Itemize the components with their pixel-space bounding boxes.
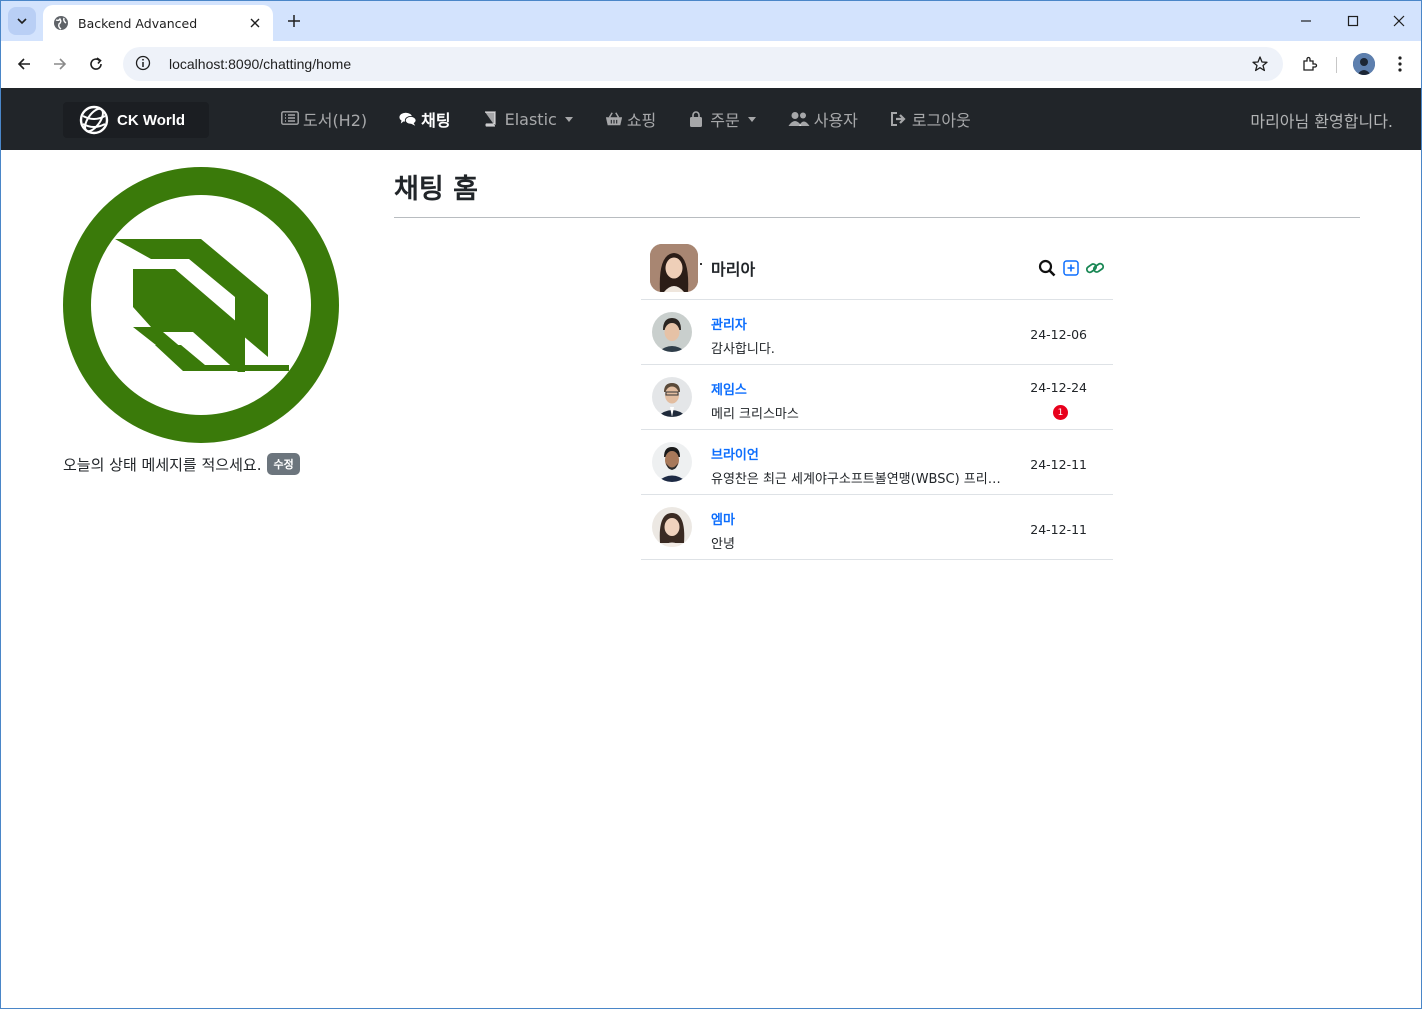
nav-item-order[interactable]: 주문 [688,107,756,131]
forward-button[interactable] [48,52,72,76]
plus-icon [288,15,300,27]
site-info-icon[interactable] [135,55,153,73]
kebab-menu-icon [1398,56,1402,72]
puzzle-icon [1303,56,1318,71]
page-title: 채팅 홈 [394,174,478,205]
add-chat-icon[interactable] [1061,258,1081,278]
maximize-window-button[interactable] [1341,9,1365,33]
chat-row-admin[interactable]: 관리자 감사합니다. 24-12-06 [641,300,1113,365]
title-divider [394,217,1360,218]
tab-search-button[interactable] [8,7,36,35]
minimize-icon [1301,20,1311,22]
sign-out-icon [890,111,908,127]
nav-label: 도서(H2) [303,111,368,130]
arrow-left-icon [17,58,30,70]
brand-text: CK World [117,111,186,129]
nav-label: 로그아웃 [911,111,971,130]
lock-bag-icon [688,111,706,127]
status-message-row: 오늘의 상태 메세지를 적으세요. 수정 [63,453,300,475]
bookmark-star-icon[interactable] [1251,55,1269,73]
back-button[interactable] [12,52,36,76]
main-nav: 도서(H2) 채팅 Elastic 쇼핑 주문 사용자 로그아웃 [281,88,1003,150]
chat-name[interactable]: 브라이언 [711,444,759,463]
chat-last-message: 감사합니다. [711,342,775,357]
maximize-icon [1347,15,1359,27]
caret-down-icon [747,116,756,122]
edit-status-button[interactable]: 수정 [267,453,300,475]
nav-item-users[interactable]: 사용자 [788,107,858,131]
comments-icon [399,111,417,127]
browser-toolbar: localhost:8090/chatting/home [1,41,1421,87]
nav-label: 채팅 [421,111,451,130]
basket-icon [605,111,623,127]
list-icon [281,111,299,127]
nav-item-logout[interactable]: 로그아웃 [890,107,971,131]
my-name: 마리아 [711,260,756,279]
globe-favicon-icon [53,15,69,31]
nav-item-elastic[interactable]: Elastic [483,110,573,129]
chat-row-brian[interactable]: 브라이언 유영찬은 최근 세계야구소프트볼연맹(WBSC) 프리미어12 대회 … [641,430,1113,495]
browser-tab-active[interactable]: Backend Advanced [43,5,273,41]
chat-tools [1033,258,1105,278]
chat-date: 24-12-11 [1030,522,1087,537]
chat-last-message: 유영찬은 최근 세계야구소프트볼연맹(WBSC) 프리미어12 대회 [711,472,1001,487]
chat-row-james[interactable]: 제임스 메리 크리스마스 24-12-24 1 [641,365,1113,430]
nav-label: 쇼핑 [626,111,657,130]
chat-list-panel: 마리아 관리자 감사합니다. 24-12-06 제임스 메리 크리스마스 24-… [641,237,1113,560]
avatar [652,507,692,547]
new-tab-button[interactable] [283,10,305,32]
close-window-button[interactable] [1387,9,1411,33]
search-icon[interactable] [1037,258,1057,278]
chevron-down-icon [17,18,27,25]
welcome-text: 마리아님 환영합니다. [1250,112,1393,131]
chat-name[interactable]: 제임스 [711,379,747,398]
profile-avatar[interactable] [1353,53,1375,75]
nav-item-chatting[interactable]: 채팅 [399,107,451,131]
chat-date: 24-12-06 [1030,327,1087,342]
nav-item-shopping[interactable]: 쇼핑 [605,107,656,131]
nav-label: Elastic [504,109,557,129]
link-icon[interactable] [1085,258,1105,278]
chat-date: 24-12-11 [1030,457,1087,472]
toolbar-divider [1336,57,1337,73]
online-dot [700,263,702,265]
users-icon [788,111,810,127]
tab-title: Backend Advanced [78,15,198,31]
chat-date: 24-12-24 [1030,380,1087,395]
browser-tabstrip: Backend Advanced [1,1,1421,41]
avatar [652,377,692,417]
site-navbar: CK World 도서(H2) 채팅 Elastic 쇼핑 주문 사용자 로그아… [1,88,1421,150]
arrow-right-icon [54,58,67,70]
chat-name[interactable]: 엠마 [711,509,735,528]
avatar [652,312,692,352]
extensions-button[interactable] [1298,52,1322,76]
reload-icon [90,57,102,70]
close-icon [1393,15,1405,27]
unread-count-badge: 1 [1053,405,1068,420]
my-avatar[interactable] [650,244,698,292]
nav-label: 사용자 [813,111,858,130]
globe-logo-icon [79,105,109,135]
caret-down-icon [564,116,573,122]
book-icon [483,111,501,127]
nav-item-books[interactable]: 도서(H2) [281,107,367,131]
url-text[interactable]: localhost:8090/chatting/home [169,56,351,72]
my-profile-row: 마리아 [641,237,1113,300]
address-bar[interactable]: localhost:8090/chatting/home [123,47,1283,81]
chat-last-message: 메리 크리스마스 [711,407,799,422]
avatar [652,442,692,482]
browser-menu-button[interactable] [1388,52,1412,76]
close-tab-icon[interactable] [247,15,263,31]
reload-button[interactable] [84,52,108,76]
chat-last-message: 안녕 [711,537,735,552]
nav-label: 주문 [710,111,740,130]
brand-link[interactable]: CK World [63,102,209,138]
site-logo-image [63,167,339,443]
minimize-window-button[interactable] [1294,9,1318,33]
status-message: 오늘의 상태 메세지를 적으세요. [63,455,262,474]
chat-name[interactable]: 관리자 [711,314,747,333]
chat-row-emma[interactable]: 엠마 안녕 24-12-11 [641,495,1113,560]
